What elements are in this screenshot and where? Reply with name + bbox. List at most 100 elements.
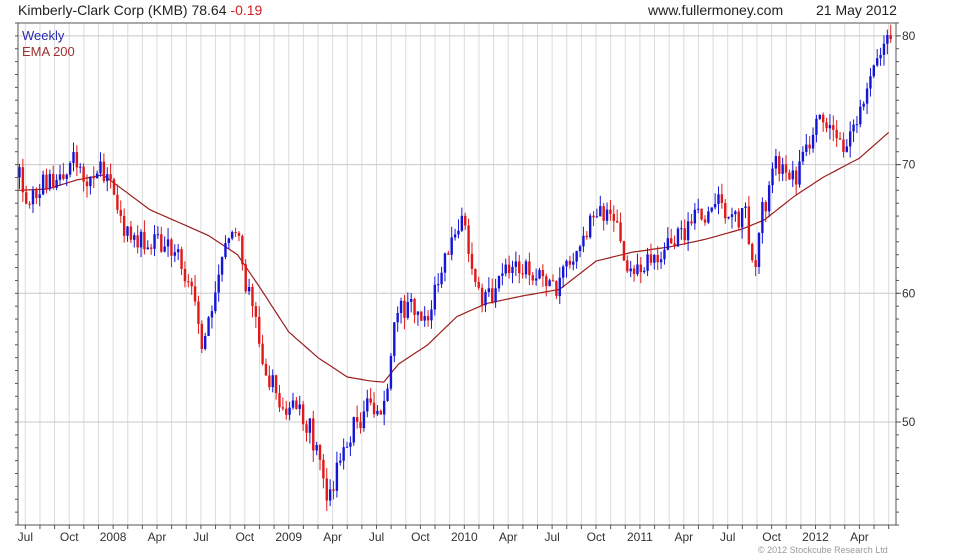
candle-up bbox=[740, 207, 744, 239]
candle-body bbox=[75, 152, 79, 168]
candle-body bbox=[318, 444, 322, 460]
candle-down bbox=[480, 283, 484, 313]
candle-up bbox=[511, 260, 514, 284]
candle-body bbox=[808, 144, 811, 149]
candle-up bbox=[224, 235, 227, 260]
candle-up bbox=[487, 277, 491, 297]
candle-body bbox=[102, 161, 106, 182]
x-tick-label: 2009 bbox=[275, 530, 302, 544]
candle-down bbox=[119, 200, 122, 224]
candle-body bbox=[842, 139, 845, 152]
candle-body bbox=[166, 239, 170, 247]
candle-up bbox=[423, 306, 426, 327]
candle-body bbox=[153, 234, 156, 249]
candle-up bbox=[339, 453, 342, 466]
candle-body bbox=[551, 280, 555, 282]
candle-down bbox=[75, 145, 79, 177]
candle-body bbox=[426, 316, 430, 321]
candle-up bbox=[882, 35, 886, 66]
candle-body bbox=[612, 213, 616, 221]
candle-up bbox=[227, 237, 231, 249]
candle-body bbox=[268, 375, 271, 388]
candle-up bbox=[41, 170, 45, 196]
candle-up bbox=[220, 256, 224, 282]
candle-body bbox=[52, 173, 55, 188]
candle-up bbox=[430, 300, 433, 329]
candle-body bbox=[25, 192, 28, 204]
candle-down bbox=[372, 392, 376, 418]
candle-body bbox=[41, 174, 45, 195]
candle-up bbox=[291, 392, 295, 410]
candle-up bbox=[501, 263, 504, 286]
candle-up bbox=[636, 253, 639, 277]
candle-down bbox=[808, 135, 811, 155]
candle-up bbox=[126, 225, 129, 242]
y-tick-label: 60 bbox=[902, 286, 916, 300]
candle-down bbox=[585, 231, 588, 240]
candle-body bbox=[784, 164, 788, 173]
candle-body bbox=[285, 408, 288, 415]
candle-body bbox=[494, 288, 497, 303]
candle-body bbox=[376, 410, 379, 415]
candle-up bbox=[862, 101, 865, 111]
candle-body bbox=[710, 207, 713, 212]
candle-up bbox=[443, 252, 447, 282]
candle-down bbox=[281, 397, 285, 411]
chart-grid bbox=[18, 23, 896, 525]
candle-body bbox=[298, 404, 301, 409]
candle-body bbox=[700, 208, 703, 220]
candle-body bbox=[588, 215, 592, 238]
candle-body bbox=[869, 76, 872, 89]
candle-body bbox=[274, 375, 278, 394]
candle-down bbox=[136, 225, 139, 254]
candle-body bbox=[281, 407, 285, 409]
y-tick-label: 80 bbox=[902, 29, 916, 43]
candle-up bbox=[416, 311, 420, 326]
candle-up bbox=[818, 114, 821, 121]
candle-up bbox=[247, 278, 251, 295]
candle-up bbox=[349, 436, 352, 456]
candle-down bbox=[632, 264, 636, 282]
candle-body bbox=[774, 156, 778, 169]
candle-body bbox=[561, 266, 565, 278]
candle-down bbox=[170, 237, 173, 268]
candle-down bbox=[821, 112, 825, 132]
candle-body bbox=[805, 144, 808, 152]
candle-body bbox=[112, 179, 116, 195]
candle-down bbox=[369, 387, 372, 406]
candle-body bbox=[197, 301, 200, 324]
candle-down bbox=[555, 280, 558, 300]
candle-body bbox=[136, 235, 139, 248]
candle-body bbox=[815, 118, 818, 135]
candle-up bbox=[642, 267, 646, 274]
candle-body bbox=[187, 281, 190, 283]
candle-body bbox=[467, 225, 470, 254]
candle-body bbox=[865, 88, 869, 104]
candle-up bbox=[534, 268, 538, 286]
candle-body bbox=[278, 393, 281, 408]
candle-up bbox=[707, 206, 710, 224]
candle-down bbox=[301, 400, 305, 431]
candle-body bbox=[626, 260, 629, 272]
candle-body bbox=[21, 167, 25, 193]
candle-up bbox=[210, 305, 214, 329]
candle-down bbox=[467, 218, 470, 263]
candle-down bbox=[197, 295, 200, 334]
candle-body bbox=[889, 35, 892, 40]
candle-body bbox=[345, 446, 349, 448]
candle-down bbox=[447, 250, 450, 255]
candle-up bbox=[146, 240, 149, 250]
candle-body bbox=[751, 243, 754, 261]
candle-body bbox=[109, 174, 112, 180]
candle-down bbox=[838, 131, 842, 140]
candle-body bbox=[545, 276, 548, 287]
candle-body bbox=[872, 65, 876, 77]
candle-down bbox=[82, 163, 85, 192]
candle-body bbox=[55, 179, 58, 188]
candle-down bbox=[244, 259, 247, 294]
candle-body bbox=[362, 411, 366, 429]
candle-up bbox=[693, 203, 697, 230]
candle-down bbox=[747, 196, 751, 246]
candle-down bbox=[568, 255, 572, 269]
candle-down bbox=[778, 151, 781, 182]
